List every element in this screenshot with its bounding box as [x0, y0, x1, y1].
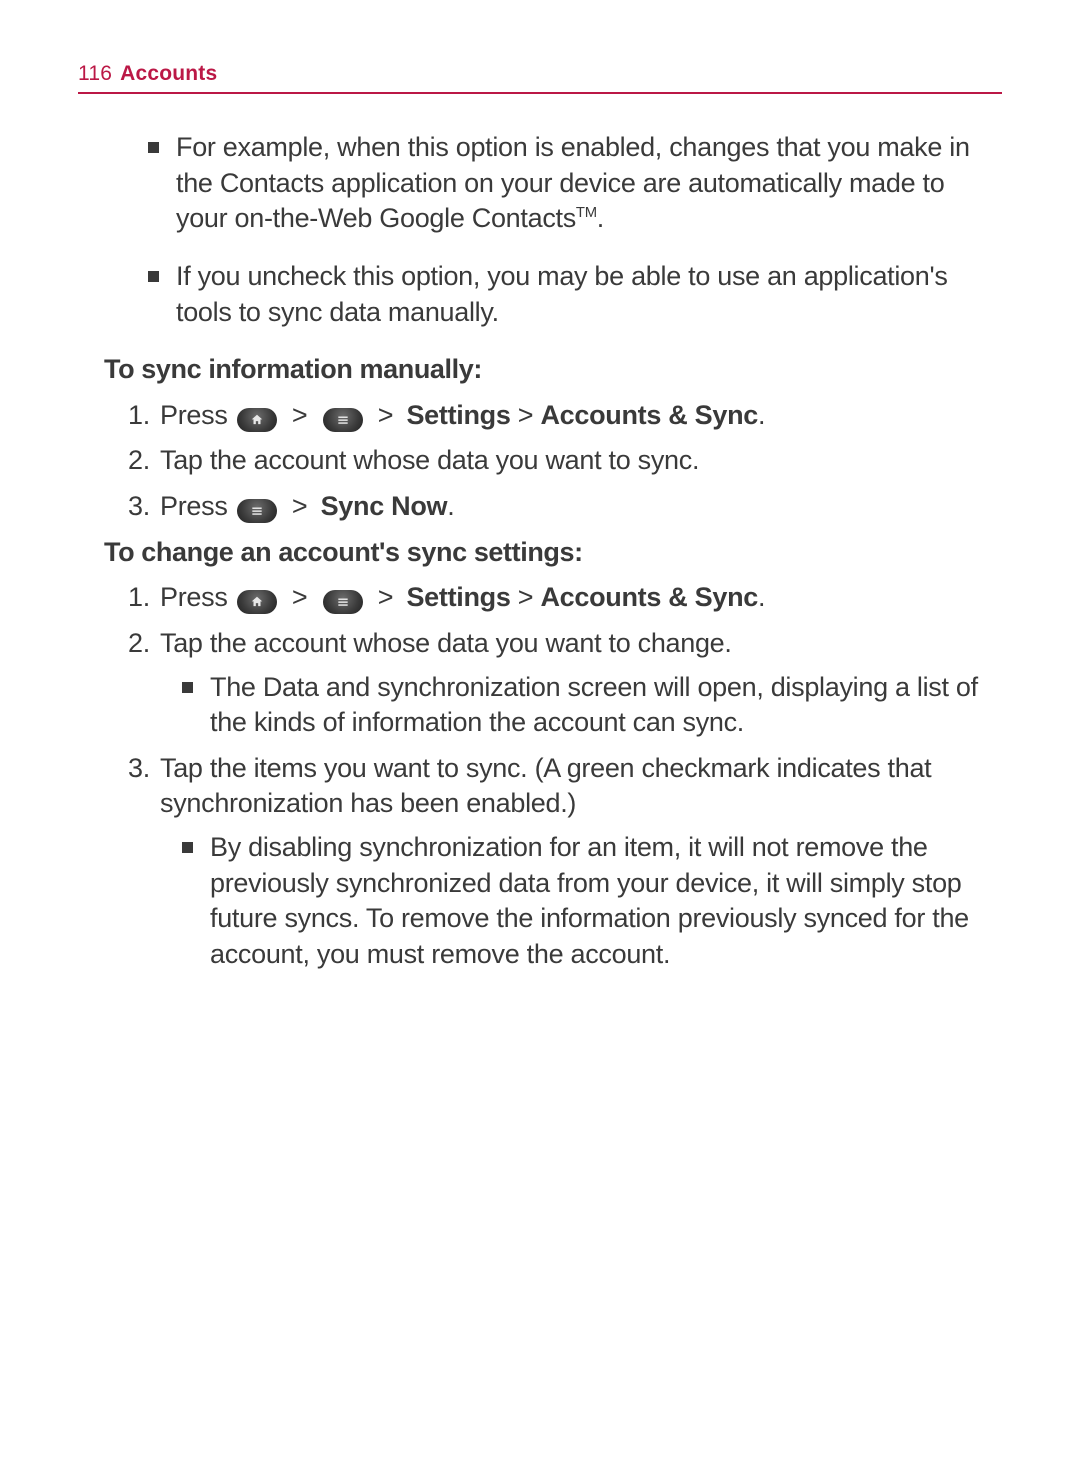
intro-bullet: If you uncheck this option, you may be a…	[148, 259, 1002, 330]
step-text: Tap the items you want to sync. (A green…	[160, 753, 931, 819]
step-text: Tap the account whose data you want to c…	[160, 628, 732, 658]
trademark-symbol: TM	[576, 205, 597, 221]
bullet-text: If you uncheck this option, you may be a…	[176, 261, 948, 327]
manual-page: 116 Accounts For example, when this opti…	[0, 0, 1080, 973]
running-header: 116 Accounts	[78, 62, 1002, 86]
sub-bullet-list: By disabling synchronization for an item…	[182, 830, 1002, 973]
breadcrumb-separator: >	[292, 491, 315, 521]
menu-key-icon	[323, 590, 363, 614]
sub-bullet-text: The Data and synchronization screen will…	[210, 672, 978, 738]
step-number: 1.	[128, 398, 150, 434]
step-number: 3.	[128, 751, 150, 787]
menu-key-icon	[323, 408, 363, 432]
step-number: 3.	[128, 489, 150, 525]
subheading-change-settings: To change an account's sync settings:	[104, 535, 1002, 571]
header-rule	[78, 92, 1002, 94]
step-number: 1.	[128, 580, 150, 616]
bullet-text: For example, when this option is enabled…	[176, 132, 970, 233]
sub-bullet-text: By disabling synchronization for an item…	[210, 832, 969, 969]
breadcrumb-separator: >	[518, 582, 541, 612]
bullet-text-tail: .	[597, 203, 604, 233]
step: 3. Press > Sync Now.	[128, 489, 1002, 525]
intro-bullet: For example, when this option is enabled…	[148, 130, 1002, 237]
step-number: 2.	[128, 626, 150, 662]
ui-label: Sync Now	[321, 491, 448, 521]
step: 1. Press > > Settings > Accounts & Sync.	[128, 580, 1002, 616]
step-text: Press	[160, 582, 235, 612]
step-text: Tap the account whose data you want to s…	[160, 445, 699, 475]
subheading-sync-manually: To sync information manually:	[104, 352, 1002, 388]
intro-bullet-list: For example, when this option is enabled…	[148, 130, 1002, 330]
ui-label: Accounts & Sync	[540, 582, 758, 612]
section-title: Accounts	[120, 62, 217, 86]
step: 1. Press > > Settings > Accounts & Sync.	[128, 398, 1002, 434]
step: 3. Tap the items you want to sync. (A gr…	[128, 751, 1002, 973]
tail: .	[758, 582, 765, 612]
menu-key-icon	[237, 499, 277, 523]
breadcrumb-separator: >	[378, 400, 401, 430]
step-text: Press	[160, 400, 235, 430]
breadcrumb-separator: >	[292, 582, 315, 612]
steps-change-settings: 1. Press > > Settings > Accounts & Sync.…	[128, 580, 1002, 972]
step: 2. Tap the account whose data you want t…	[128, 626, 1002, 741]
step-number: 2.	[128, 443, 150, 479]
step: 2. Tap the account whose data you want t…	[128, 443, 1002, 479]
home-key-icon	[237, 408, 277, 432]
ui-label: Settings	[406, 582, 510, 612]
steps-sync-manually: 1. Press > > Settings > Accounts & Sync.…	[128, 398, 1002, 525]
sub-bullet: The Data and synchronization screen will…	[182, 670, 1002, 741]
page-content: For example, when this option is enabled…	[78, 130, 1002, 973]
page-number: 116	[78, 62, 112, 86]
step-text: Press	[160, 491, 235, 521]
tail: .	[758, 400, 765, 430]
ui-label: Settings	[406, 400, 510, 430]
home-key-icon	[237, 590, 277, 614]
tail: .	[447, 491, 454, 521]
breadcrumb-separator: >	[518, 400, 541, 430]
sub-bullet-list: The Data and synchronization screen will…	[182, 670, 1002, 741]
ui-label: Accounts & Sync	[540, 400, 758, 430]
breadcrumb-separator: >	[292, 400, 315, 430]
breadcrumb-separator: >	[378, 582, 401, 612]
sub-bullet: By disabling synchronization for an item…	[182, 830, 1002, 973]
